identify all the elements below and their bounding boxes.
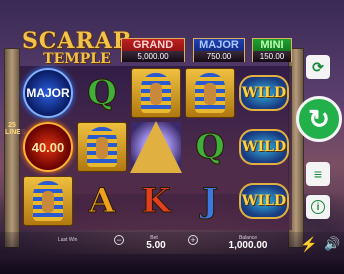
info-button[interactable]: i	[306, 195, 330, 219]
spin-button[interactable]: ↻	[296, 96, 342, 142]
symbol-k: K	[131, 176, 181, 226]
spin-icon: ↻	[308, 103, 330, 134]
symbol-letter: Q	[87, 73, 118, 114]
symbol-wild: WILD	[239, 183, 289, 219]
symbol-pharaoh	[23, 176, 73, 226]
symbol-pyramid	[130, 121, 182, 173]
symbol-pharaoh	[131, 68, 181, 118]
wild-label: WILD	[241, 139, 287, 155]
coins-icon: ≡	[313, 166, 323, 182]
pyramid-icon	[130, 121, 182, 173]
pharaoh-icon	[141, 73, 171, 113]
orb-value-label: 40.00	[31, 139, 65, 155]
symbol-value-orb: 40.00	[23, 122, 73, 172]
symbol-q: Q	[77, 68, 127, 118]
symbol-major-orb: MAJOR	[23, 68, 73, 118]
jackpot-grand-label: GRAND	[132, 39, 174, 51]
symbol-letter: A	[88, 181, 116, 222]
symbol-letter: Q	[195, 127, 226, 168]
jackpot-mini-value: 150.00	[253, 51, 291, 62]
jackpot-major-label: MAJOR	[199, 39, 239, 51]
bottom-bar	[0, 232, 344, 274]
bet-increase-button[interactable]: +	[188, 235, 198, 245]
symbol-q: Q	[185, 122, 235, 172]
info-icon: i	[311, 200, 325, 214]
plus-icon: +	[190, 235, 196, 245]
left-pillar	[4, 48, 20, 248]
bet-value: 5.00	[146, 240, 166, 251]
symbol-pharaoh	[77, 122, 127, 172]
autoplay-icon: ⟳	[312, 58, 324, 75]
jackpot-mini: MINI 150.00	[252, 38, 292, 62]
lightning-icon: ⚡	[300, 236, 318, 252]
pharaoh-icon	[195, 73, 225, 113]
jackpot-grand: GRAND 5,000.00	[121, 38, 185, 62]
wild-label: WILD	[241, 85, 287, 101]
pharaoh-icon	[87, 127, 117, 167]
sound-button[interactable]: 🔊	[324, 236, 340, 252]
symbol-letter: J	[201, 181, 219, 222]
pharaoh-icon	[33, 181, 63, 221]
speaker-icon: 🔊	[324, 236, 341, 251]
minus-icon: −	[116, 235, 122, 245]
autoplay-button[interactable]: ⟳	[306, 55, 330, 79]
reel-grid: MAJOR 40.00 Q A K Q J WILD WILD WILD	[20, 66, 292, 230]
coins-button[interactable]: ≡	[306, 162, 330, 186]
wild-label: WILD	[241, 193, 287, 209]
jackpot-major-value: 750.00	[194, 51, 244, 62]
symbol-letter: K	[141, 181, 172, 222]
symbol-j: J	[185, 176, 235, 226]
symbol-wild: WILD	[239, 129, 289, 165]
last-win-label: Last Win	[58, 237, 78, 243]
jackpot-major: MAJOR 750.00	[193, 38, 245, 62]
game-logo: SCARAB TEMPLE	[22, 30, 132, 68]
turbo-button[interactable]: ⚡	[300, 236, 317, 253]
jackpot-grand-value: 5,000.00	[122, 51, 184, 62]
symbol-a: A	[77, 176, 127, 226]
paylines-indicator: 25 LINES	[5, 122, 26, 136]
symbol-wild: WILD	[239, 75, 289, 111]
balance-value: 1,000.00	[228, 240, 268, 251]
symbol-pharaoh	[185, 68, 235, 118]
orb-major-label: MAJOR	[26, 86, 70, 100]
bet-decrease-button[interactable]: −	[114, 235, 124, 245]
logo-title: SCARAB	[22, 28, 133, 54]
logo-subtitle: TEMPLE	[43, 51, 111, 67]
jackpot-mini-label: MINI	[260, 39, 284, 51]
